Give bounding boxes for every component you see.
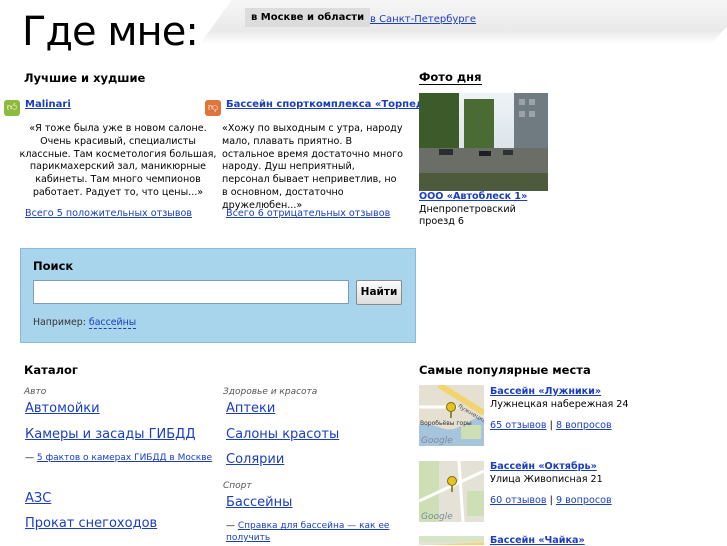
search-example: Например: бассейны (33, 317, 137, 329)
catalog-item-solariums[interactable]: Солярии (226, 452, 284, 467)
thumbs-up-icon: 👍︎ (4, 100, 20, 116)
photo-of-day-title: Фото дня (419, 70, 482, 85)
search-example-label: Например: (33, 317, 86, 328)
positive-review-quote: «Я тоже была уже в новом салоне. Очень к… (19, 123, 217, 198)
map-google-label: Google (421, 512, 453, 522)
search-title: Поиск (33, 259, 74, 273)
photo-of-day-image[interactable] (419, 93, 548, 191)
place-reviews-link[interactable]: 65 отзывов (490, 420, 547, 431)
map-label: Воробьёвы горы (420, 420, 472, 427)
positive-review-name[interactable]: Malinari (25, 99, 71, 110)
place-address-oktyabr: Улица Живописная 21 (490, 474, 603, 485)
negative-review: 👎︎ (205, 95, 221, 116)
positive-review: 👍︎ (4, 95, 20, 116)
catalog-group-health: Здоровье и красота (223, 387, 318, 397)
catalog-item-snowmobile-rental[interactable]: Прокат снегоходов (25, 516, 157, 531)
city-tab-spb[interactable]: в Санкт-Петербурге (370, 14, 476, 25)
negative-review-quote: «Хожу по выходным с утра, народу мало, п… (222, 123, 404, 211)
catalog-group-auto: Авто (24, 387, 47, 397)
catalog-item-car-wash[interactable]: Автомойки (25, 401, 100, 416)
place-address-luzhniki: Лужнецкая набережная 24 (490, 399, 629, 410)
catalog-item-pharmacies[interactable]: Аптеки (226, 401, 275, 416)
popular-places-title: Самые популярные места (419, 363, 591, 377)
search-example-value[interactable]: бассейны (88, 317, 137, 329)
search-button[interactable]: Найти (356, 280, 402, 305)
place-questions-link[interactable]: 9 вопросов (556, 495, 612, 506)
place-name-oktyabr[interactable]: Бассейн «Октябрь» (490, 461, 597, 472)
place-name-luzhniki[interactable]: Бассейн «Лужники» (490, 386, 601, 397)
photo-of-day-name[interactable]: ООО «Автоблеск 1» (419, 191, 527, 202)
search-input[interactable] (33, 280, 349, 304)
city-tab-moscow[interactable]: в Москве и области (245, 8, 371, 27)
best-worst-title: Лучшие и худшие (24, 71, 146, 85)
pool-certificate-link[interactable]: Справка для бассейна — как ее получить (226, 521, 389, 543)
place-map-oktyabr[interactable]: Google (419, 461, 484, 522)
place-links-luzhniki: 65 отзывов | 8 вопросов (490, 420, 612, 431)
catalog-sub-cameras-facts: — 5 фактов о камерах ГИБДД в Москве (25, 453, 213, 463)
catalog-item-beauty-salons[interactable]: Салоны красоты (226, 427, 339, 442)
site-logo[interactable]: Где мне: (22, 4, 199, 60)
cameras-facts-link[interactable]: 5 фактов о камерах ГИБДД в Москве (37, 453, 212, 463)
catalog-sub-pool-certificate: — Справка для бассейна — как ее получить (226, 521, 390, 543)
negative-reviews-link[interactable]: Всего 6 отрицательных отзывов (226, 208, 390, 219)
map-google-label: Google (421, 436, 453, 446)
catalog-title: Каталог (24, 363, 78, 377)
place-name-chaika[interactable]: Бассейн «Чайка» (490, 535, 585, 546)
catalog-item-traffic-cameras[interactable]: Камеры и засады ГИБДД (25, 427, 196, 442)
catalog-item-pools[interactable]: Бассейны (226, 495, 292, 510)
place-map-chaika[interactable]: Но (419, 536, 484, 545)
photo-of-day-address: Днепропетровский проезд 6 (419, 204, 516, 228)
thumbs-down-icon: 👎︎ (205, 100, 221, 116)
negative-review-name[interactable]: Бассейн спорткомплекса «Торпедо» (226, 99, 437, 110)
place-questions-link[interactable]: 8 вопросов (556, 420, 612, 431)
catalog-item-gas-stations[interactable]: АЗС (25, 491, 51, 506)
positive-reviews-link[interactable]: Всего 5 положительных отзывов (25, 208, 192, 219)
place-reviews-link[interactable]: 60 отзывов (490, 495, 547, 506)
catalog-group-sport: Спорт (223, 481, 252, 491)
place-links-oktyabr: 60 отзывов | 9 вопросов (490, 495, 612, 506)
place-map-luzhniki[interactable]: Лужнецкая Воробьёвы горы Google (419, 385, 484, 446)
